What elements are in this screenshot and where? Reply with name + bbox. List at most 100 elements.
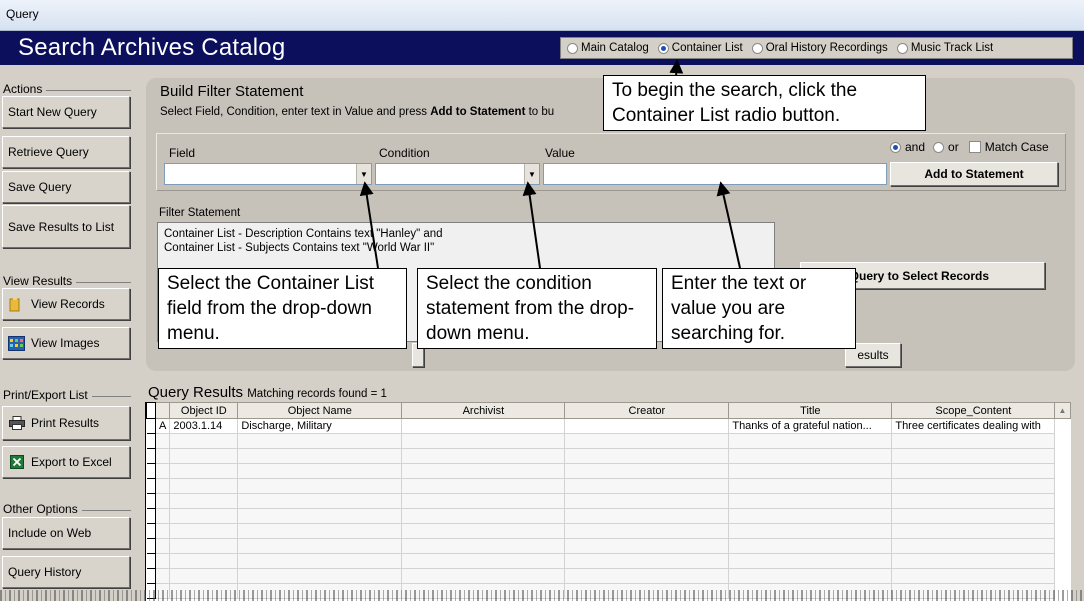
table-row[interactable]: A 2003.1.14 Discharge, Military Thanks o… [146, 418, 1056, 434]
empty-cell [155, 508, 171, 524]
results-header-row: Object ID Object Name Archivist Creator … [146, 402, 1056, 419]
empty-cell [155, 553, 171, 569]
empty-cell [237, 523, 403, 539]
empty-cell [891, 538, 1056, 554]
empty-table-row [146, 448, 1056, 464]
column-header-archivist[interactable]: Archivist [401, 402, 566, 419]
row-header [146, 493, 156, 509]
callout-field: Select the Container List field from the… [158, 268, 407, 349]
cell-scope-content[interactable]: Three certificates dealing with [891, 418, 1056, 434]
matching-records-count: Matching records found = 1 [247, 388, 387, 400]
cell-object-name[interactable]: Discharge, Military [237, 418, 403, 434]
callout-container-list: To begin the search, click the Container… [603, 75, 926, 131]
empty-cell [891, 478, 1056, 494]
arrow-to-condition-dropdown [522, 181, 541, 269]
row-header [146, 568, 156, 584]
row-header [146, 448, 156, 464]
row-header [146, 508, 156, 524]
empty-cell [728, 508, 893, 524]
cell-title[interactable]: Thanks of a grateful nation... [728, 418, 893, 434]
row-header [146, 433, 156, 449]
empty-cell [155, 433, 171, 449]
empty-cell [891, 448, 1056, 464]
empty-cell [564, 523, 730, 539]
empty-cell [728, 568, 893, 584]
empty-table-row [146, 463, 1056, 479]
empty-cell [155, 463, 171, 479]
cell-archivist[interactable] [401, 418, 566, 434]
empty-cell [169, 463, 239, 479]
empty-cell [237, 493, 403, 509]
empty-cell [728, 448, 893, 464]
empty-cell [237, 463, 403, 479]
results-grid[interactable]: Object ID Object Name Archivist Creator … [145, 402, 1071, 601]
row-header [146, 478, 156, 494]
empty-cell [401, 538, 566, 554]
row-header [146, 523, 156, 539]
empty-cell [401, 568, 566, 584]
empty-cell [564, 493, 730, 509]
empty-table-row [146, 553, 1056, 569]
empty-cell [237, 433, 403, 449]
empty-cell [564, 463, 730, 479]
results-table: Object ID Object Name Archivist Creator … [146, 402, 1056, 599]
empty-cell [155, 538, 171, 554]
scroll-up-arrow-icon[interactable]: ▲ [1054, 402, 1071, 419]
empty-cell [728, 493, 893, 509]
empty-cell [169, 508, 239, 524]
callout-value: Enter the text or value you are searchin… [662, 268, 856, 349]
column-header-title[interactable]: Title [728, 402, 893, 419]
callout-condition: Select the condition statement from the … [417, 268, 657, 349]
empty-cell [401, 553, 566, 569]
empty-cell [169, 448, 239, 464]
column-header-object-name[interactable]: Object Name [237, 402, 403, 419]
cell-object-id[interactable]: 2003.1.14 [169, 418, 239, 434]
column-header-creator[interactable]: Creator [564, 402, 730, 419]
empty-cell [237, 553, 403, 569]
bottom-artifact-strip [0, 590, 1084, 601]
cell-creator[interactable] [564, 418, 730, 434]
empty-cell [728, 478, 893, 494]
row-header [146, 553, 156, 569]
column-header-scope-content[interactable]: Scope_Content [891, 402, 1056, 419]
empty-cell [237, 568, 403, 584]
corner-cell [146, 402, 156, 419]
column-header-object-id[interactable]: Object ID [169, 402, 239, 419]
empty-cell [891, 493, 1056, 509]
empty-cell [155, 568, 171, 584]
query-results-title: Query Results Matching records found = 1 [148, 384, 387, 401]
empty-cell [401, 433, 566, 449]
empty-cell [169, 553, 239, 569]
empty-table-row [146, 538, 1056, 554]
empty-cell [564, 433, 730, 449]
empty-cell [564, 568, 730, 584]
empty-cell [891, 508, 1056, 524]
empty-cell [728, 463, 893, 479]
empty-cell [169, 568, 239, 584]
empty-table-row [146, 523, 1056, 539]
empty-cell [401, 448, 566, 464]
query-results-heading: Query Results [148, 384, 244, 401]
empty-cell [564, 478, 730, 494]
empty-cell [564, 508, 730, 524]
empty-cell [564, 538, 730, 554]
empty-cell [169, 478, 239, 494]
empty-cell [237, 478, 403, 494]
arrow-to-value-input [716, 181, 741, 269]
empty-cell [891, 553, 1056, 569]
empty-table-row [146, 568, 1056, 584]
empty-cell [155, 523, 171, 539]
empty-cell [401, 523, 566, 539]
empty-cell [155, 448, 171, 464]
empty-cell [728, 553, 893, 569]
empty-cell [891, 433, 1056, 449]
empty-cell [401, 508, 566, 524]
empty-cell [155, 493, 171, 509]
row-marker: A [155, 418, 171, 434]
empty-cell [169, 433, 239, 449]
empty-cell [401, 493, 566, 509]
empty-table-row [146, 508, 1056, 524]
row-header [146, 463, 156, 479]
row-header[interactable] [146, 418, 156, 434]
row-header [146, 538, 156, 554]
